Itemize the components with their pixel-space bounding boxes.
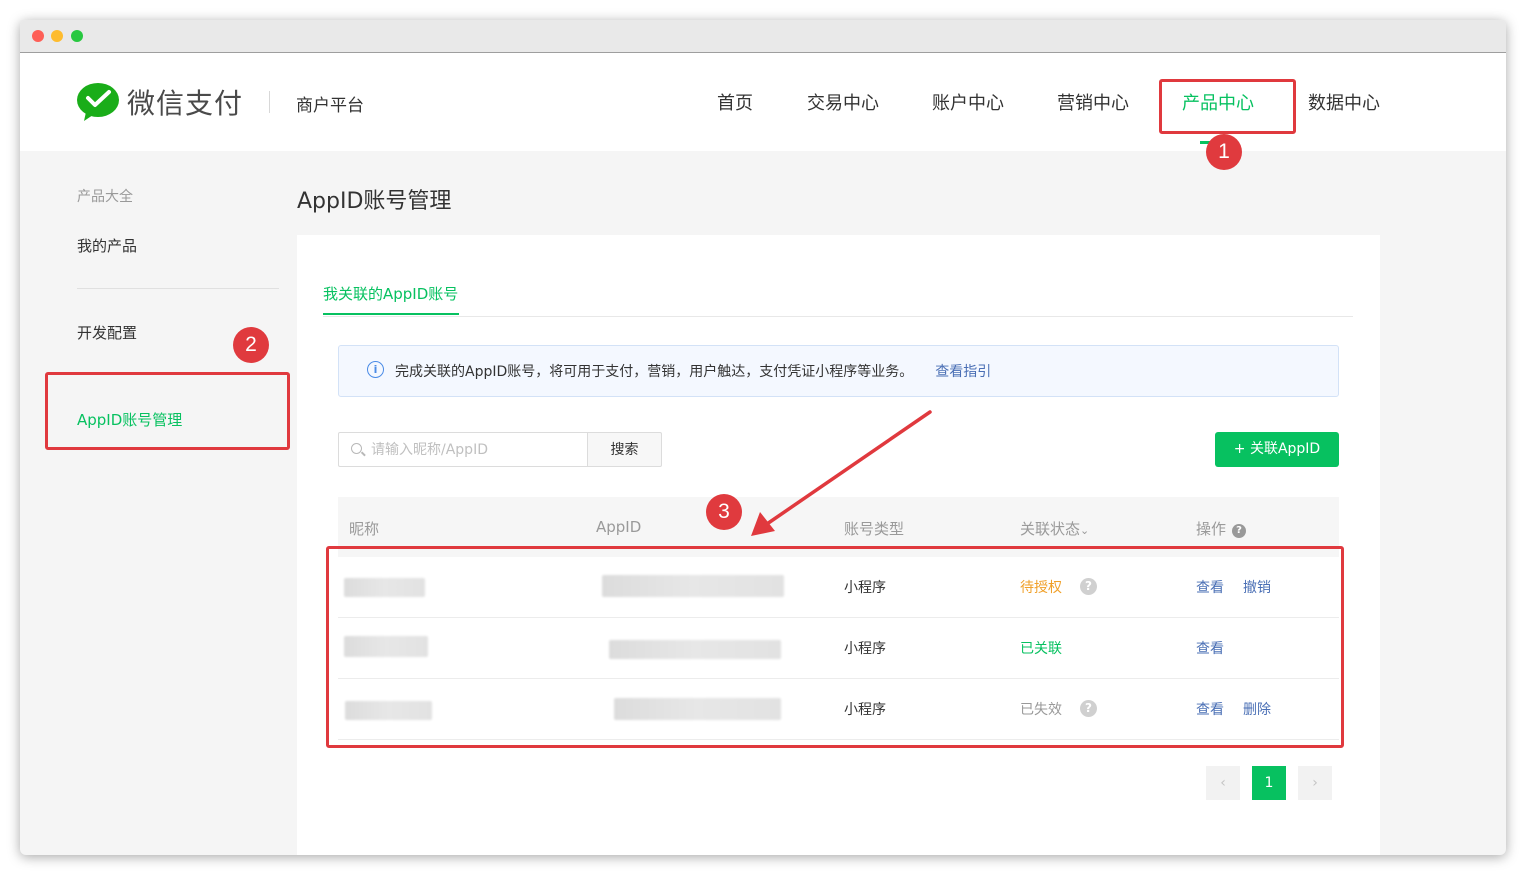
annotation-badge-3: 3: [706, 494, 742, 530]
annotation-arrow: [751, 410, 932, 536]
annotation-badge-2: 2: [233, 327, 269, 363]
annotation-badge-1: 1: [1206, 134, 1242, 170]
